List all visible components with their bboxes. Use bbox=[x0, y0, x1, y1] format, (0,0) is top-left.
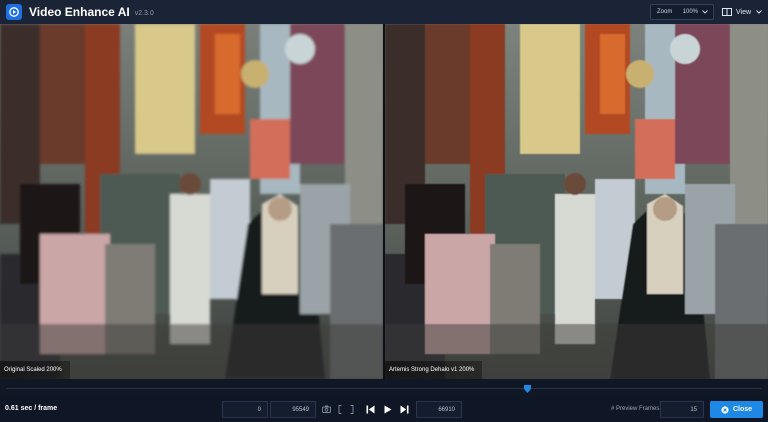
original-video-frame bbox=[0, 24, 383, 379]
camera-icon[interactable] bbox=[320, 403, 332, 415]
app-version: v2.3.0 bbox=[134, 10, 154, 17]
app-logo-icon bbox=[6, 4, 22, 20]
original-preview-pane[interactable]: Original Scaled 200% bbox=[0, 24, 383, 379]
preview-frames-input[interactable]: 15 bbox=[660, 401, 704, 418]
view-menu-button[interactable]: View bbox=[722, 4, 764, 20]
enhanced-video-frame bbox=[385, 24, 768, 379]
enhanced-preview-pane[interactable]: Artemis Strong Dehalo v1 200% bbox=[385, 24, 768, 379]
view-label: View bbox=[736, 8, 752, 16]
zoom-label: Zoom bbox=[657, 9, 673, 15]
play-icon[interactable] bbox=[382, 403, 394, 415]
close-label: Close bbox=[732, 406, 753, 413]
bracket-left-icon[interactable] bbox=[336, 403, 344, 415]
timeline-track[interactable] bbox=[6, 388, 762, 389]
processing-speed: 0.61 sec / frame bbox=[5, 405, 58, 412]
view-icon bbox=[722, 8, 732, 16]
preview-frames-label: # Preview Frames bbox=[611, 406, 660, 412]
step-forward-icon[interactable] bbox=[398, 403, 410, 415]
bottom-bar: 0.61 sec / frame 0 95549 66910 # Preview… bbox=[0, 397, 768, 422]
title-bar: Video Enhance AI v2.3.0 Zoom 100% View bbox=[0, 0, 768, 24]
close-icon bbox=[721, 405, 729, 414]
current-frame-input[interactable]: 66910 bbox=[416, 401, 462, 418]
range-start-input[interactable]: 0 bbox=[222, 401, 268, 418]
zoom-value: 100% bbox=[682, 9, 698, 15]
original-caption: Original Scaled 200% bbox=[0, 361, 70, 379]
enhanced-caption: Artemis Strong Dehalo v1 200% bbox=[385, 361, 483, 379]
chevron-down-icon bbox=[702, 10, 708, 14]
chevron-down-icon bbox=[756, 10, 762, 14]
zoom-dropdown[interactable]: Zoom 100% bbox=[650, 4, 714, 20]
step-back-icon[interactable] bbox=[364, 403, 376, 415]
close-button[interactable]: Close bbox=[710, 401, 763, 418]
app-title: Video Enhance AI bbox=[29, 5, 130, 19]
playhead-marker[interactable] bbox=[524, 385, 532, 393]
timeline[interactable] bbox=[0, 379, 768, 397]
bracket-right-icon[interactable] bbox=[348, 403, 356, 415]
range-end-input[interactable]: 95549 bbox=[270, 401, 316, 418]
